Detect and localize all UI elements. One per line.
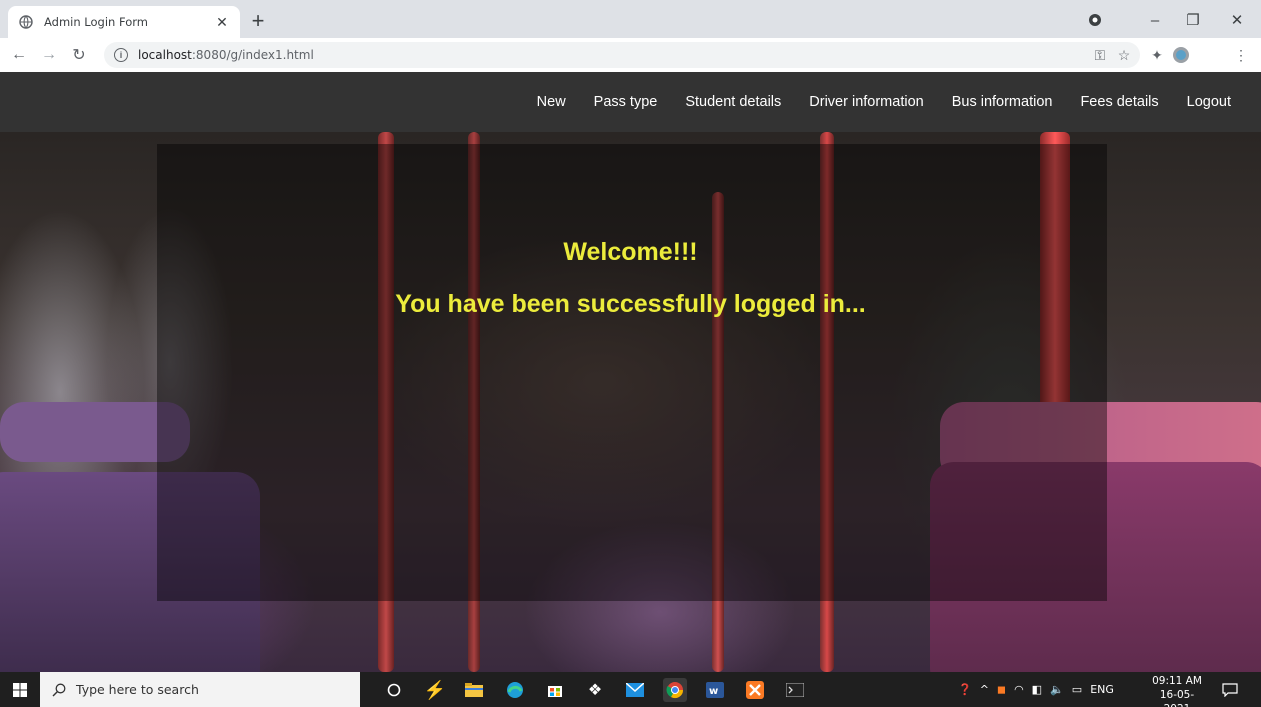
- taskbar-search-box[interactable]: Type here to search: [40, 672, 360, 707]
- cortana-icon[interactable]: [382, 678, 406, 702]
- info-icon[interactable]: i: [114, 48, 128, 62]
- url-host: localhost: [138, 48, 192, 62]
- xampp-tray-icon[interactable]: ◼: [997, 683, 1006, 696]
- back-arrow-icon[interactable]: ←: [8, 44, 30, 66]
- browser-toolbar: ← → ↻ i localhost:8080/g/index1.html ⚿ ☆…: [0, 38, 1261, 72]
- top-navbar: New Pass type Student details Driver inf…: [0, 72, 1261, 132]
- address-bar[interactable]: i localhost:8080/g/index1.html: [104, 42, 1140, 68]
- page-viewport: New Pass type Student details Driver inf…: [0, 72, 1261, 672]
- nav-link-pass-type[interactable]: Pass type: [580, 94, 672, 110]
- nav-link-bus-information[interactable]: Bus information: [938, 94, 1067, 110]
- battery-icon[interactable]: ▭: [1072, 683, 1082, 696]
- close-tab-icon[interactable]: ✕: [214, 14, 230, 31]
- browser-tab-strip: Admin Login Form ✕ + – ❐ ✕: [0, 0, 1261, 38]
- profile-indicator-icon[interactable]: [1079, 8, 1111, 32]
- svg-text:w: w: [709, 686, 718, 697]
- dropbox-icon[interactable]: ❖: [583, 678, 607, 702]
- device-icon[interactable]: ◧: [1032, 683, 1042, 696]
- terminal-icon[interactable]: [783, 678, 807, 702]
- nav-link-fees-details[interactable]: Fees details: [1066, 94, 1172, 110]
- network-icon[interactable]: ◠: [1014, 683, 1024, 696]
- new-tab-button[interactable]: +: [246, 10, 270, 34]
- globe-icon: [18, 14, 34, 30]
- chrome-icon[interactable]: [663, 678, 687, 702]
- minimize-icon[interactable]: –: [1139, 8, 1171, 32]
- welcome-heading: Welcome!!!: [563, 238, 698, 266]
- tab-title: Admin Login Form: [44, 15, 148, 29]
- login-success-message: You have been successfully logged in...: [395, 290, 866, 318]
- system-tray: ❓ ^ ◼ ◠ ◧ 🔈 ▭ ENG: [958, 672, 1114, 707]
- reload-icon[interactable]: ↻: [68, 44, 90, 66]
- search-placeholder: Type here to search: [76, 682, 199, 697]
- browser-tab[interactable]: Admin Login Form ✕: [8, 6, 240, 38]
- store-icon[interactable]: [543, 678, 567, 702]
- clock-time: 09:11 AM: [1152, 675, 1202, 687]
- restore-icon[interactable]: ❐: [1177, 8, 1209, 32]
- search-icon: [52, 683, 66, 696]
- volume-icon[interactable]: 🔈: [1050, 683, 1064, 696]
- profile-avatar-icon[interactable]: [1170, 44, 1192, 66]
- windows-logo-icon: [13, 682, 27, 697]
- language-indicator[interactable]: ENG: [1090, 683, 1114, 696]
- url-path: :8080/g/index1.html: [191, 48, 314, 62]
- nav-link-driver-information[interactable]: Driver information: [795, 94, 937, 110]
- content-overlay: [157, 144, 1107, 601]
- task-view-lightning-icon[interactable]: ⚡: [423, 678, 447, 702]
- edge-browser-icon[interactable]: [503, 678, 527, 702]
- xampp-icon[interactable]: [743, 678, 767, 702]
- taskbar-clock[interactable]: 09:11 AM 16-05-2021: [1148, 674, 1206, 707]
- mail-icon[interactable]: [623, 678, 647, 702]
- chevron-up-icon[interactable]: ^: [980, 683, 989, 696]
- file-explorer-icon[interactable]: [462, 678, 486, 702]
- extensions-icon[interactable]: ✦: [1146, 44, 1168, 66]
- nav-link-student-details[interactable]: Student details: [671, 94, 795, 110]
- notification-icon[interactable]: [1218, 678, 1242, 702]
- close-window-icon[interactable]: ✕: [1221, 8, 1253, 32]
- star-icon[interactable]: ☆: [1113, 44, 1135, 66]
- start-button[interactable]: [0, 672, 40, 707]
- help-icon[interactable]: ❓: [958, 683, 972, 696]
- menu-icon[interactable]: ⋮: [1230, 44, 1252, 66]
- nav-link-new[interactable]: New: [523, 94, 580, 110]
- clock-date: 16-05-2021: [1159, 689, 1195, 707]
- word-icon[interactable]: w: [703, 678, 727, 702]
- forward-arrow-icon[interactable]: →: [38, 44, 60, 66]
- url-text: localhost:8080/g/index1.html: [138, 48, 314, 62]
- key-icon[interactable]: ⚿: [1089, 44, 1111, 66]
- nav-link-logout[interactable]: Logout: [1173, 94, 1245, 110]
